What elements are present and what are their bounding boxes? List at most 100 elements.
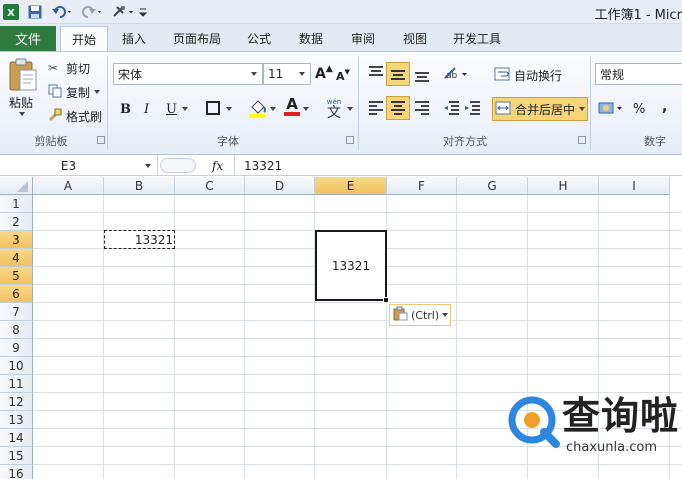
column-header-d[interactable]: D [245, 177, 315, 195]
tab-view[interactable]: 视图 [392, 26, 438, 51]
select-all-corner[interactable] [0, 177, 33, 195]
fill-color-icon[interactable] [248, 98, 268, 121]
increase-indent-icon[interactable] [464, 100, 482, 119]
font-launcher-icon[interactable] [346, 136, 354, 144]
paste-dropdown-icon[interactable] [19, 112, 25, 116]
format-painter-button[interactable]: 格式刷 [48, 106, 102, 126]
column-header-h[interactable]: H [528, 177, 599, 195]
tab-data[interactable]: 数据 [288, 26, 334, 51]
row-header-14[interactable]: 14 [0, 429, 33, 447]
fill-color-dropdown-icon[interactable] [270, 107, 276, 111]
align-center-button[interactable] [386, 96, 410, 120]
underline-button[interactable]: U [166, 99, 177, 119]
paste-button[interactable]: 粘贴 [9, 92, 33, 112]
italic-button[interactable]: I [144, 99, 149, 119]
column-header-a[interactable]: A [33, 177, 104, 195]
column-header-b[interactable]: B [104, 177, 175, 195]
paste-icon[interactable] [6, 56, 42, 92]
tab-page-layout[interactable]: 页面布局 [164, 26, 230, 51]
redo-icon[interactable] [80, 3, 104, 21]
column-header-i[interactable]: I [599, 177, 670, 195]
quick-access-tool-icon[interactable] [110, 3, 136, 21]
formula-input[interactable]: 13321 [244, 156, 282, 175]
tab-home[interactable]: 开始 [60, 26, 108, 51]
underline-dropdown-icon[interactable] [182, 107, 188, 111]
align-top-icon[interactable] [367, 65, 385, 84]
cut-button[interactable]: ✂ 剪切 [48, 58, 90, 78]
ribbon-separator [358, 56, 359, 150]
merge-center-button[interactable]: 合并后居中 [492, 97, 588, 121]
row-header-8[interactable]: 8 [0, 321, 33, 339]
merge-dropdown-icon[interactable] [579, 107, 586, 111]
row-header-1[interactable]: 1 [0, 195, 33, 213]
formula-bar-splitter[interactable] [160, 158, 196, 173]
copy-button[interactable]: 复制 [48, 82, 101, 102]
borders-dropdown-icon[interactable] [226, 107, 232, 111]
tab-insert[interactable]: 插入 [112, 26, 156, 51]
shrink-font-glyph: A [336, 69, 345, 83]
grid-line [33, 392, 682, 393]
customize-quick-access-icon[interactable] [138, 3, 148, 21]
column-header-c[interactable]: C [175, 177, 245, 195]
orientation-icon[interactable]: ab [443, 66, 469, 85]
align-right-icon[interactable] [413, 100, 431, 119]
svg-text:X: X [7, 8, 15, 19]
font-name-dropdown-icon[interactable] [251, 72, 257, 76]
copy-dropdown-icon[interactable] [94, 90, 101, 94]
clipboard-launcher-icon[interactable] [97, 136, 105, 144]
cell-e3-merged[interactable]: 13321 [315, 230, 387, 301]
name-box[interactable]: E3 [0, 155, 158, 176]
row-header-6[interactable]: 6 [0, 285, 33, 303]
tab-review[interactable]: 审阅 [340, 26, 386, 51]
insert-function-button[interactable]: fx [212, 156, 223, 175]
fill-handle[interactable] [383, 297, 389, 303]
alignment-launcher-icon[interactable] [578, 136, 586, 144]
tab-file[interactable]: 文件 [0, 26, 56, 51]
row-header-7[interactable]: 7 [0, 303, 33, 321]
font-color-dropdown-icon[interactable] [303, 107, 309, 111]
undo-icon[interactable] [50, 3, 74, 21]
paste-options-button[interactable]: (Ctrl) [389, 304, 451, 326]
align-middle-button[interactable] [386, 62, 410, 86]
row-header-11[interactable]: 11 [0, 375, 33, 393]
wrap-text-button[interactable]: 自动换行 [494, 65, 562, 85]
tab-formulas[interactable]: 公式 [236, 26, 282, 51]
comma-style-button[interactable]: , [662, 97, 667, 117]
font-size-combo[interactable]: 11 [263, 63, 311, 85]
shrink-font-button[interactable]: A ▼ [336, 66, 350, 86]
svg-text:ab: ab [446, 71, 458, 81]
row-header-15[interactable]: 15 [0, 447, 33, 465]
row-header-2[interactable]: 2 [0, 213, 33, 231]
row-header-13[interactable]: 13 [0, 411, 33, 429]
phonetic-dropdown-icon[interactable] [347, 107, 353, 111]
row-header-9[interactable]: 9 [0, 339, 33, 357]
phonetic-guide-button[interactable]: wén 文 [323, 98, 345, 122]
font-color-button[interactable]: A [284, 97, 300, 119]
row-header-3[interactable]: 3 [0, 231, 33, 249]
row-header-12[interactable]: 12 [0, 393, 33, 411]
percent-style-button[interactable]: % [633, 99, 645, 119]
number-format-combo[interactable]: 常规 [595, 63, 682, 85]
bold-button[interactable]: B [120, 99, 131, 119]
align-left-icon[interactable] [367, 100, 385, 119]
row-header-10[interactable]: 10 [0, 357, 33, 375]
row-header-5[interactable]: 5 [0, 267, 33, 285]
font-name-combo[interactable]: 宋体 [113, 63, 263, 85]
column-header-g[interactable]: G [457, 177, 528, 195]
column-header-e[interactable]: E [315, 177, 387, 195]
name-box-dropdown-icon[interactable] [145, 163, 151, 168]
cell-b3[interactable]: 13321 [104, 231, 173, 249]
save-icon[interactable] [26, 3, 44, 21]
tab-developer[interactable]: 开发工具 [444, 26, 510, 51]
align-bottom-icon[interactable] [413, 67, 431, 86]
grow-font-button[interactable]: A ▲ [315, 64, 333, 84]
row-header-4[interactable]: 4 [0, 249, 33, 267]
row-header-16[interactable]: 16 [0, 465, 33, 479]
font-size-dropdown-icon[interactable] [299, 72, 305, 76]
paste-options-dropdown-icon[interactable] [442, 313, 449, 317]
column-header-f[interactable]: F [387, 177, 457, 195]
decrease-indent-icon[interactable] [443, 100, 461, 119]
accounting-format-icon[interactable] [598, 100, 624, 119]
paste-options-icon [393, 306, 411, 324]
borders-icon[interactable] [206, 101, 220, 115]
